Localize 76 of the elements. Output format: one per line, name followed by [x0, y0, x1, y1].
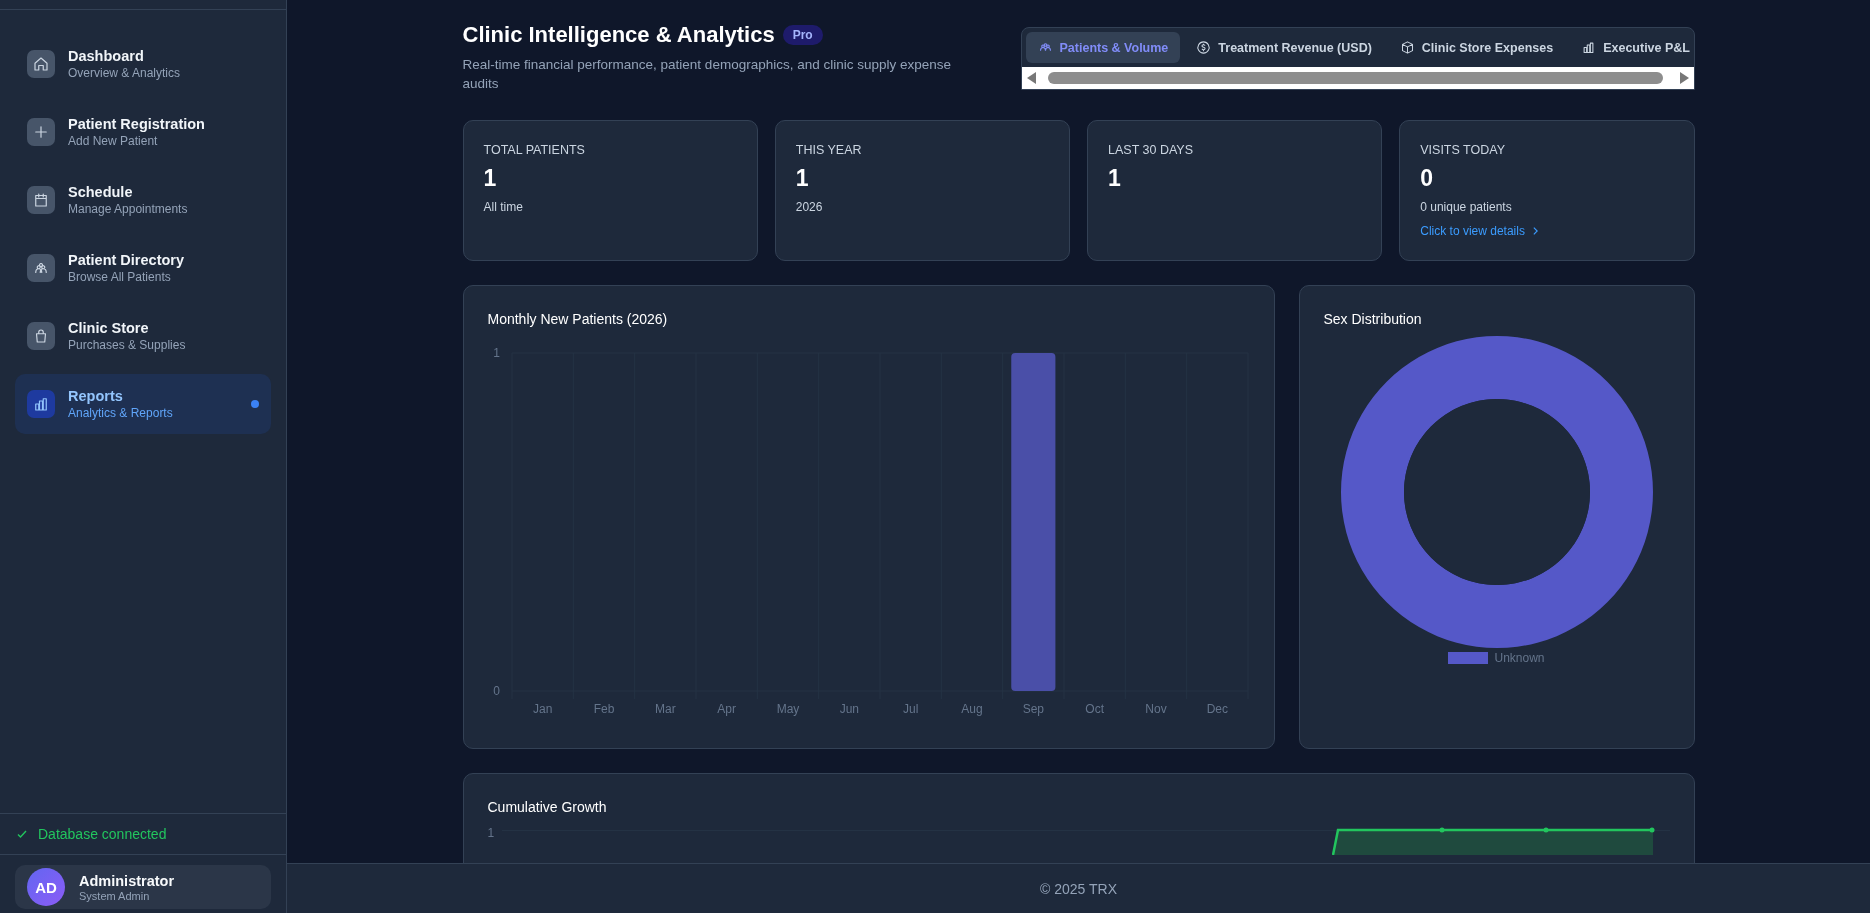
chart-title: Cumulative Growth	[487, 798, 608, 815]
nav-icon	[27, 118, 55, 146]
x-tick-label: Nov	[1144, 701, 1167, 716]
chart-title: Monthly New Patients (2026)	[487, 310, 669, 327]
footer-text: © 2025 TRX	[287, 863, 1870, 913]
scrollbar-drawing[interactable]	[1021, 67, 1694, 89]
stat-label: THIS YEAR	[795, 142, 862, 157]
x-tick-label: Dec	[1206, 701, 1228, 716]
avatar: AD	[27, 868, 65, 906]
report-tab[interactable]: Treatment Revenue (USD)	[1184, 32, 1384, 63]
x-tick-label: Aug	[960, 701, 983, 716]
nav-icon	[27, 186, 55, 214]
stat-note: 2026	[795, 199, 823, 214]
stat-label: TOTAL PATIENTS	[483, 142, 585, 157]
nav-subtitle: Overview & Analytics	[68, 66, 182, 80]
pro-badge: Pro	[782, 25, 823, 45]
box-icon	[1399, 40, 1415, 55]
chevron-icon	[1531, 225, 1539, 236]
nav-title: Clinic Store	[68, 320, 150, 336]
report-tab[interactable]: Executive P&L	[1569, 32, 1694, 63]
nav-title: Reports	[68, 388, 124, 404]
user-card[interactable]: AD Administrator System Admin	[15, 865, 271, 909]
x-tick-label: May	[776, 701, 799, 716]
x-tick-label: Sep	[1022, 701, 1044, 716]
y-tick-label: 1	[492, 345, 500, 360]
nav-item[interactable]: Patient Directory Browse All Patients	[15, 238, 271, 298]
report-tab[interactable]: Clinic Store Expenses	[1387, 32, 1566, 63]
stat-value: 1	[795, 164, 809, 192]
nav-subtitle: Manage Appointments	[68, 202, 189, 216]
nav-title: Schedule	[68, 184, 134, 200]
check-icon	[16, 828, 28, 840]
stat-value: 0	[1420, 164, 1434, 192]
stat-value: 1	[483, 164, 497, 192]
nav-icon	[27, 390, 55, 418]
connection-status: Database connected	[38, 826, 167, 842]
report-tab[interactable]: Patients & Volume	[1025, 32, 1181, 63]
nav-icon	[27, 50, 55, 78]
nav-icon	[27, 254, 55, 282]
bar-chart-icon	[1581, 40, 1597, 55]
stat-value: 1	[1108, 164, 1121, 192]
y-tick-label: 1	[487, 826, 495, 839]
nav-subtitle: Analytics & Reports	[68, 406, 174, 420]
stat-note: 0 unique patients	[1420, 199, 1512, 214]
nav-item[interactable]: Clinic Store Purchases & Supplies	[15, 306, 271, 366]
nav-item[interactable]: Dashboard Overview & Analytics	[15, 34, 271, 94]
chart-title: Sex Distribution	[1323, 310, 1423, 327]
nav-title: Patient Registration	[68, 116, 206, 132]
legend-label: Unknown	[1494, 650, 1545, 665]
nav-icon	[27, 322, 55, 350]
nav-subtitle: Browse All Patients	[68, 270, 172, 284]
nav-subtitle: Purchases & Supplies	[68, 338, 187, 352]
y-tick-label: 0	[492, 683, 500, 698]
legend-swatch	[1448, 651, 1489, 664]
active-dot	[251, 400, 259, 408]
user-name: Administrator	[79, 872, 175, 889]
x-tick-label: Feb	[593, 701, 614, 716]
nav-item[interactable]: Reports Analytics & Reports	[15, 374, 271, 434]
user-role: System Admin	[79, 889, 151, 902]
x-tick-label: Jan	[532, 701, 552, 716]
nav-item[interactable]: Schedule Manage Appointments	[15, 170, 271, 230]
x-tick-label: Apr	[716, 701, 736, 716]
page-subtitle: Real-time financial performance, patient demographics, and clinic supply expense audits	[462, 56, 952, 93]
stat-label: LAST 30 DAYS	[1108, 142, 1193, 157]
x-tick-label: Mar	[654, 701, 676, 716]
dollar-icon	[1196, 40, 1212, 55]
nav-subtitle: Add New Patient	[68, 134, 159, 148]
stat-note: All time	[483, 199, 523, 214]
x-tick-label: Jul	[902, 701, 918, 716]
stat-label: VISITS TODAY	[1420, 142, 1505, 157]
x-tick-label: Jun	[839, 701, 859, 716]
x-tick-label: Oct	[1084, 701, 1104, 716]
page-title: Clinic Intelligence & Analytics	[462, 22, 775, 48]
nav-title: Dashboard	[68, 48, 145, 64]
nav-title: Patient Directory	[68, 252, 186, 268]
nav-item[interactable]: Patient Registration Add New Patient	[15, 102, 271, 162]
details-link[interactable]: Click to view details	[1420, 223, 1539, 238]
